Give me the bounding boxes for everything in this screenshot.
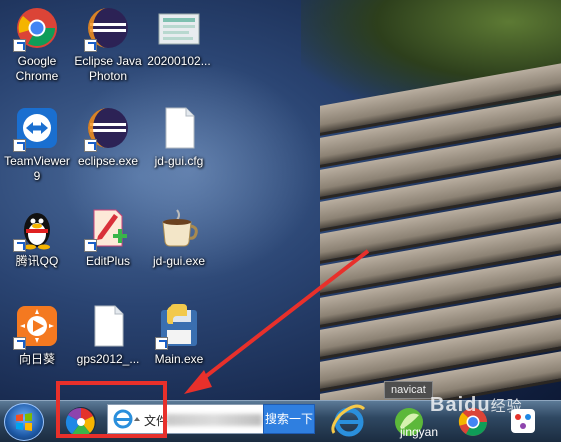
desktop-icon-qq[interactable]: 腾讯QQ [0, 206, 74, 269]
shortcut-arrow-icon [13, 337, 26, 350]
icon-label: Main.exe [154, 352, 204, 366]
baidu-jingyan-watermark: Baidu经验 [430, 394, 523, 417]
icon-label: EditPlus [85, 254, 131, 268]
icon-label: jd-gui.exe [152, 254, 206, 268]
shortcut-arrow-icon [84, 39, 97, 52]
internet-explorer-icon [331, 404, 366, 437]
editplus-icon [84, 206, 130, 252]
shortcut-arrow-icon [13, 139, 26, 152]
taskbar-app-internet-explorer[interactable] [328, 403, 370, 441]
eclipse-icon [84, 106, 130, 152]
icon-label: TeamViewer [4, 154, 70, 168]
icon-label: Photon [88, 69, 128, 83]
icon-label: Eclipse Java [74, 54, 142, 68]
desktop-icon-google-chrome[interactable]: Google Chrome [0, 6, 74, 84]
jingyan-taskbar-label: jingyan [400, 425, 439, 439]
blurred-search-text [166, 414, 262, 426]
sunlogin-icon [13, 304, 59, 350]
shortcut-arrow-icon [84, 139, 97, 152]
eclipse-icon [84, 6, 130, 52]
coffee-cup-icon [157, 206, 201, 250]
qq-penguin-icon [13, 206, 59, 252]
icon-label: jd-gui.cfg [154, 154, 204, 168]
icon-label: Google [17, 54, 57, 68]
desktop-icon-jd-gui-exe[interactable]: jd-gui.exe [142, 206, 216, 269]
desktop-icon-eclipse-java-photon[interactable]: Eclipse Java Photon [71, 6, 145, 84]
desktop-icon-eclipse-exe[interactable]: eclipse.exe [71, 106, 145, 169]
teamviewer-icon [13, 106, 59, 152]
desktop-icon-main-exe[interactable]: Main.exe [142, 304, 216, 367]
icon-label: 腾讯QQ [15, 254, 59, 268]
desktop-icon-gps2012[interactable]: gps2012_... [71, 304, 145, 367]
blank-file-icon [157, 106, 201, 150]
icon-label: eclipse.exe [77, 154, 139, 168]
shortcut-arrow-icon [84, 239, 97, 252]
shortcut-arrow-icon [13, 239, 26, 252]
desktop-icon-jd-gui-cfg[interactable]: jd-gui.cfg [142, 106, 216, 169]
annotation-highlight-box [56, 381, 167, 438]
python-floppy-icon [155, 304, 201, 350]
image-file-icon [157, 6, 201, 50]
desktop-icon-image-file[interactable]: 20200102... [142, 6, 216, 69]
icon-label: Chrome [15, 69, 59, 83]
search-button[interactable]: 搜索一下 [263, 404, 315, 434]
icon-label: 20200102... [147, 54, 211, 68]
wooden-dock [320, 60, 561, 442]
start-button[interactable] [4, 403, 44, 441]
windows-logo-icon [16, 413, 32, 431]
navicat-tooltip: navicat [384, 381, 433, 399]
chrome-icon [13, 6, 59, 52]
icon-label: gps2012_... [76, 352, 140, 366]
watermark-brand: Baidu [430, 394, 491, 416]
desktop-icon-sunlogin[interactable]: 向日葵 [0, 304, 74, 367]
desktop-icon-editplus[interactable]: EditPlus [71, 206, 145, 269]
watermark-jingyan: 经验 [490, 398, 523, 415]
blank-file-icon [86, 304, 130, 348]
icon-label: 向日葵 [18, 352, 55, 366]
desktop-icon-teamviewer[interactable]: TeamViewer 9 [0, 106, 74, 184]
shortcut-arrow-icon [155, 337, 168, 350]
icon-label: 9 [33, 169, 41, 183]
shortcut-arrow-icon [13, 39, 26, 52]
